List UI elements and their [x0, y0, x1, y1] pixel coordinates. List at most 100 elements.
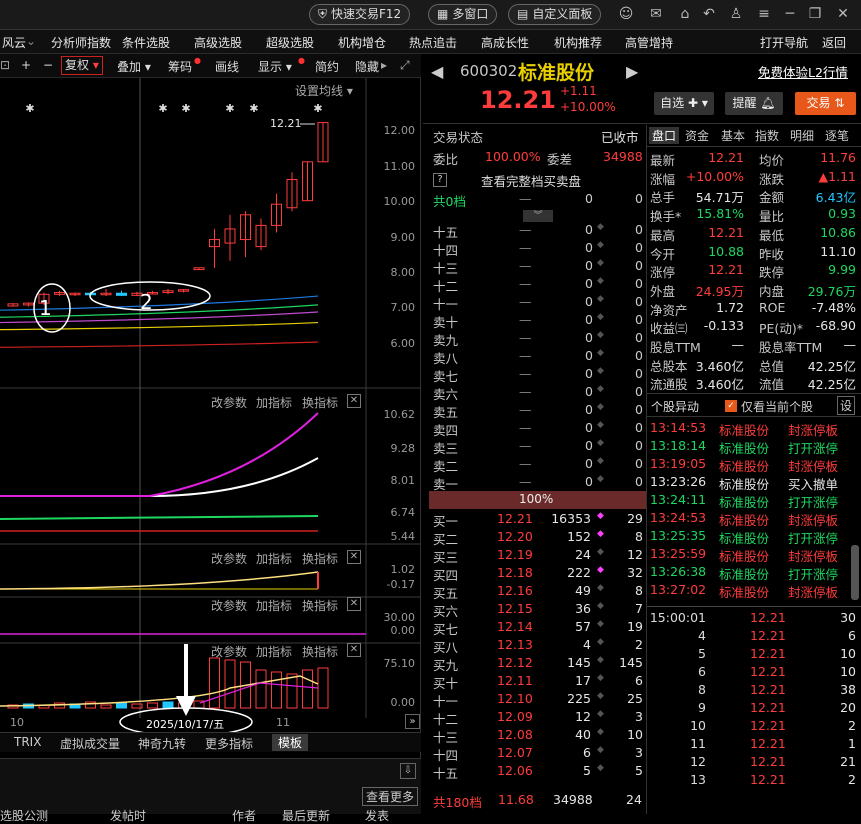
- undo-icon[interactable]: ↶: [700, 5, 718, 23]
- anomaly-stock: 标准股份: [719, 495, 770, 510]
- restore-icon[interactable]: ❐: [806, 5, 824, 23]
- anomaly-row[interactable]: 13:24:11 标准股份 打开涨停: [650, 492, 850, 510]
- quick-trade-button[interactable]: ⛨ 快速交易F12: [309, 4, 411, 25]
- anomaly-event: 封涨停板: [788, 549, 839, 564]
- zoom-out-icon[interactable]: −: [43, 58, 53, 72]
- anomaly-row[interactable]: 13:23:26 标准股份 买入撤单: [650, 474, 850, 492]
- close-icon[interactable]: ✕: [347, 597, 361, 611]
- axis-label: 0.00: [390, 624, 416, 637]
- change-indicator-button[interactable]: 换指标: [302, 550, 338, 567]
- zoom-in-icon[interactable]: +: [21, 58, 31, 72]
- download-icon[interactable]: ⇩: [400, 763, 416, 779]
- buy-ratio-label: 100%: [519, 492, 554, 506]
- tab-magic-nine[interactable]: 神奇九转: [138, 735, 186, 752]
- stat-row: 涨停 12.21 跌停 9.99: [650, 262, 856, 280]
- chevron-left-icon[interactable]: ◀: [431, 62, 443, 81]
- edit-params-button[interactable]: 改参数: [211, 394, 247, 411]
- multi-window-button[interactable]: ▦ 多窗口: [428, 4, 498, 25]
- anomaly-row[interactable]: 13:27:02 标准股份 封涨停板: [650, 582, 850, 600]
- menu-item[interactable]: 机构推荐: [554, 34, 602, 51]
- menu-item[interactable]: 机构增仓: [338, 34, 386, 51]
- free-l2-link[interactable]: 免费体验L2行情: [758, 62, 848, 81]
- back-link[interactable]: 返回: [822, 34, 846, 51]
- chips-button[interactable]: 筹码: [168, 58, 192, 75]
- anomaly-row[interactable]: 13:25:35 标准股份 打开涨停: [650, 528, 850, 546]
- trade-button[interactable]: 交易 ⇅: [795, 92, 856, 115]
- tick-row: 6 12.21 10: [650, 664, 856, 682]
- close-icon[interactable]: ✕: [347, 550, 361, 564]
- set-ma-button[interactable]: 设置均线 ▾: [295, 82, 353, 99]
- anomaly-row[interactable]: 13:24:53 标准股份 封涨停板: [650, 510, 850, 528]
- menu-item[interactable]: 热点追击: [409, 34, 457, 51]
- menu-item[interactable]: 高管增持: [625, 34, 673, 51]
- menu-item[interactable]: 条件选股: [122, 34, 170, 51]
- tab-tick[interactable]: 逐笔: [825, 127, 849, 144]
- fullscreen-icon[interactable]: ⤢: [400, 58, 410, 73]
- open-nav-link[interactable]: 打开导航: [760, 34, 808, 51]
- tab-funds[interactable]: 资金: [685, 127, 709, 144]
- checkbox-checked-icon[interactable]: ✓: [725, 400, 737, 412]
- restore-rights-button[interactable]: 复权 ▾: [61, 56, 103, 75]
- menu-icon[interactable]: ≡: [755, 5, 773, 23]
- anomaly-row[interactable]: 13:26:38 标准股份 打开涨停: [650, 564, 850, 582]
- change-indicator-button[interactable]: 换指标: [302, 643, 338, 660]
- menu-item[interactable]: 高成长性: [481, 34, 529, 51]
- tab-trix[interactable]: TRIX: [14, 735, 41, 749]
- change-indicator-button[interactable]: 换指标: [302, 597, 338, 614]
- menu-item[interactable]: 分析师指数: [51, 34, 111, 51]
- scrollbar[interactable]: [851, 545, 859, 600]
- user-icon[interactable]: ☺: [617, 5, 635, 23]
- collapse-icon[interactable]: ︾: [523, 210, 553, 222]
- custom-panel-button[interactable]: ▤ 自定义面板: [508, 4, 602, 25]
- edit-params-button[interactable]: 改参数: [211, 550, 247, 567]
- add-watchlist-button[interactable]: 自选 ✚ ▾: [654, 92, 714, 115]
- menu-item[interactable]: 超级选股: [266, 34, 314, 51]
- full-orderbook-link[interactable]: ? 查看完整档买卖盘: [433, 171, 643, 189]
- column-header: 发帖时: [110, 809, 147, 823]
- simple-button[interactable]: 简约: [315, 58, 339, 75]
- add-indicator-button[interactable]: 加指标: [256, 394, 292, 411]
- menu-item[interactable]: 风云: [2, 34, 26, 51]
- anomaly-row[interactable]: 13:18:14 标准股份 打开涨停: [650, 438, 850, 456]
- anomaly-row[interactable]: 13:14:53 标准股份 封涨停板: [650, 420, 850, 438]
- tab-template[interactable]: 模板: [272, 734, 309, 751]
- sell-volume: 0: [585, 366, 593, 381]
- settings-button[interactable]: 设: [837, 396, 856, 415]
- anomaly-row[interactable]: 13:19:05 标准股份 封涨停板: [650, 456, 850, 474]
- alert-button[interactable]: 提醒 🔔︎: [725, 92, 783, 115]
- tab-virtual-volume[interactable]: 虚拟成交量: [60, 735, 120, 752]
- close-icon[interactable]: ✕: [347, 394, 361, 408]
- mail-icon[interactable]: ✉: [647, 5, 665, 23]
- sell-row: 卖二 — 0 ◆ 0: [433, 456, 643, 474]
- add-indicator-button[interactable]: 加指标: [256, 550, 292, 567]
- minimize-icon[interactable]: ─: [781, 5, 799, 23]
- change-indicator-button[interactable]: 换指标: [302, 394, 338, 411]
- draw-line-button[interactable]: 画线: [215, 58, 239, 75]
- tick-price: 12.21: [750, 700, 786, 715]
- tab-basics[interactable]: 基本: [721, 127, 745, 144]
- hide-button[interactable]: 隐藏: [355, 58, 379, 75]
- stat-value: -0.133: [703, 318, 744, 334]
- lock-icon[interactable]: ⊡: [0, 58, 10, 72]
- scroll-right-icon[interactable]: »: [405, 714, 420, 729]
- shirt-icon[interactable]: ♙: [727, 5, 745, 23]
- close-icon[interactable]: ✕: [834, 5, 852, 23]
- chevron-right-icon[interactable]: ▶: [626, 62, 638, 81]
- anomaly-row[interactable]: 13:25:59 标准股份 封涨停板: [650, 546, 850, 564]
- close-icon[interactable]: ✕: [347, 643, 361, 657]
- diamond-icon: ◆: [597, 727, 604, 737]
- display-button[interactable]: 显示 ▾: [258, 58, 292, 75]
- add-indicator-button[interactable]: 加指标: [256, 643, 292, 660]
- edit-params-button[interactable]: 改参数: [211, 597, 247, 614]
- tab-handicap[interactable]: 盘口: [649, 127, 680, 144]
- tab-index[interactable]: 指数: [755, 127, 779, 144]
- see-more-button[interactable]: 查看更多: [362, 787, 419, 806]
- overlay-label: 叠加: [117, 60, 142, 74]
- tab-more-indicators[interactable]: 更多指标: [205, 735, 253, 752]
- edit-params-button[interactable]: 改参数: [211, 643, 247, 660]
- menu-item[interactable]: 高级选股: [194, 34, 242, 51]
- overlay-button[interactable]: 叠加 ▾: [117, 58, 151, 75]
- tab-detail[interactable]: 明细: [790, 127, 814, 144]
- home-icon[interactable]: ⌂: [676, 5, 694, 23]
- add-indicator-button[interactable]: 加指标: [256, 597, 292, 614]
